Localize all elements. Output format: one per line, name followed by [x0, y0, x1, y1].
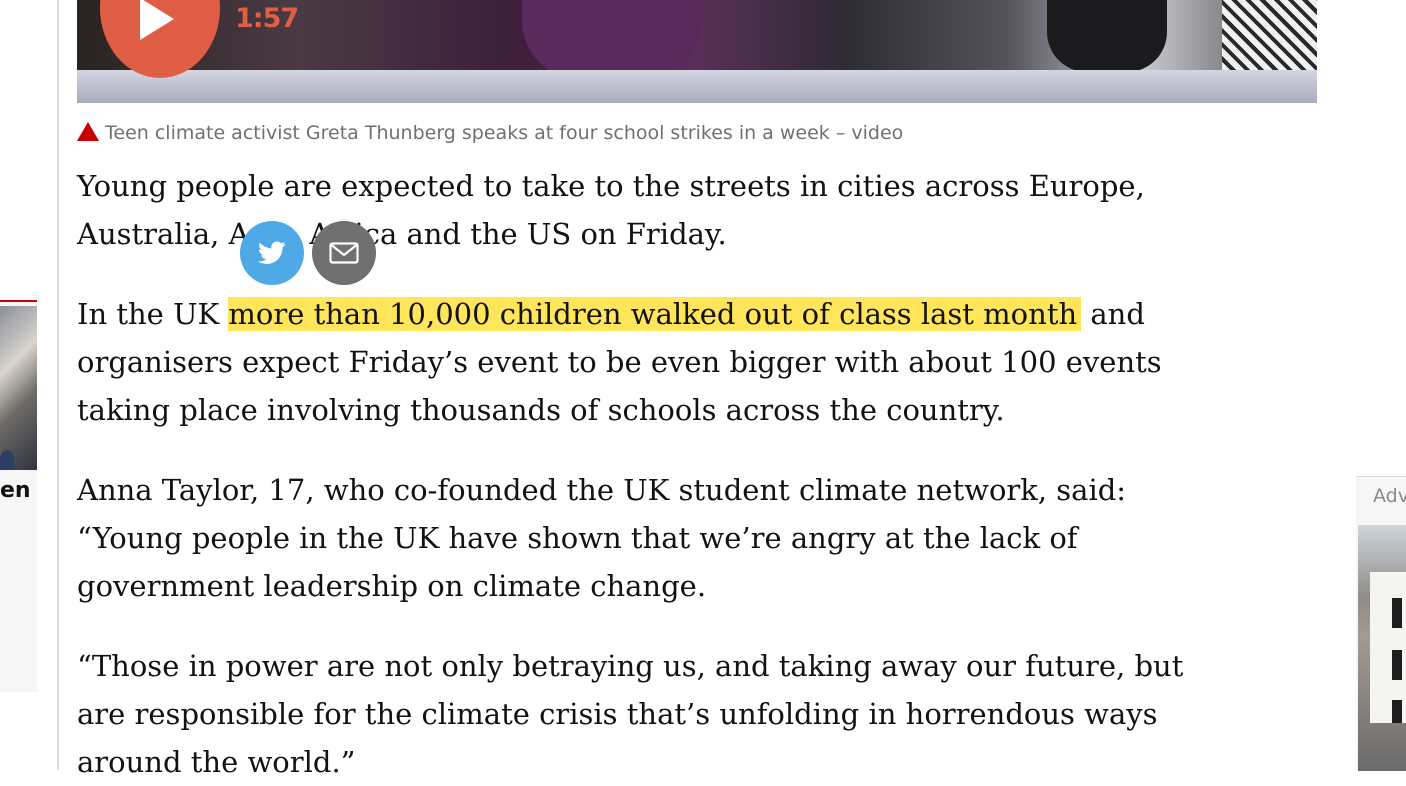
share-email-button[interactable]: [312, 221, 376, 285]
paragraph-line: are responsible for the climate crisis t…: [77, 697, 1158, 731]
play-button[interactable]: [100, 0, 220, 78]
advertisement-slot[interactable]: Adv: [1356, 476, 1406, 771]
video-frame-figure: [1222, 0, 1317, 70]
caption-text: Teen climate activist Greta Thunberg spe…: [105, 122, 904, 144]
paragraph-line: Anna Taylor, 17, who co-founded the UK s…: [77, 473, 1127, 507]
related-story-headline[interactable]: en: [0, 478, 31, 503]
paragraph-line: organisers expect Friday’s event to be e…: [77, 345, 1162, 379]
article-paragraph: In the UK more than 10,000 children walk…: [77, 290, 1317, 434]
video-caption: Teen climate activist Greta Thunberg spe…: [77, 122, 903, 144]
video-frame-figure: [522, 0, 702, 80]
related-story-card[interactable]: en: [0, 300, 37, 692]
paragraph-line: In the UK more than 10,000 children walk…: [77, 290, 1317, 338]
paragraph-line: Young people are expected to take to the…: [77, 169, 1145, 203]
advertisement-panel: [1370, 572, 1406, 723]
caption-triangle-icon: [77, 122, 99, 141]
share-twitter-button[interactable]: [240, 221, 304, 285]
video-frame-banner: [77, 70, 1317, 103]
paragraph-line: “Young people in the UK have shown that …: [77, 521, 1078, 555]
paragraph-text: and: [1081, 297, 1145, 331]
advertisement-label: Adv: [1373, 485, 1406, 507]
article-paragraph: Anna Taylor, 17, who co-founded the UK s…: [77, 466, 1317, 610]
related-story-image[interactable]: [0, 306, 37, 470]
paragraph-line: taking place involving thousands of scho…: [77, 393, 1005, 427]
play-icon: [140, 0, 174, 40]
paragraph-line: around the world.”: [77, 745, 356, 779]
video-player[interactable]: 1:57: [77, 0, 1317, 103]
email-icon: [329, 242, 359, 264]
highlighted-link[interactable]: more than 10,000 children walked out of …: [228, 297, 1082, 331]
paragraph-line: “Those in power are not only betraying u…: [77, 649, 1184, 683]
paragraph-line: government leadership on climate change.: [77, 569, 707, 603]
video-duration: 1:57: [235, 3, 299, 34]
paragraph-text: In the UK: [77, 297, 229, 331]
article-paragraph: “Those in power are not only betraying u…: [77, 642, 1317, 786]
left-rail-divider: [57, 0, 59, 770]
video-frame-figure: [1047, 0, 1167, 72]
twitter-icon: [258, 241, 286, 264]
